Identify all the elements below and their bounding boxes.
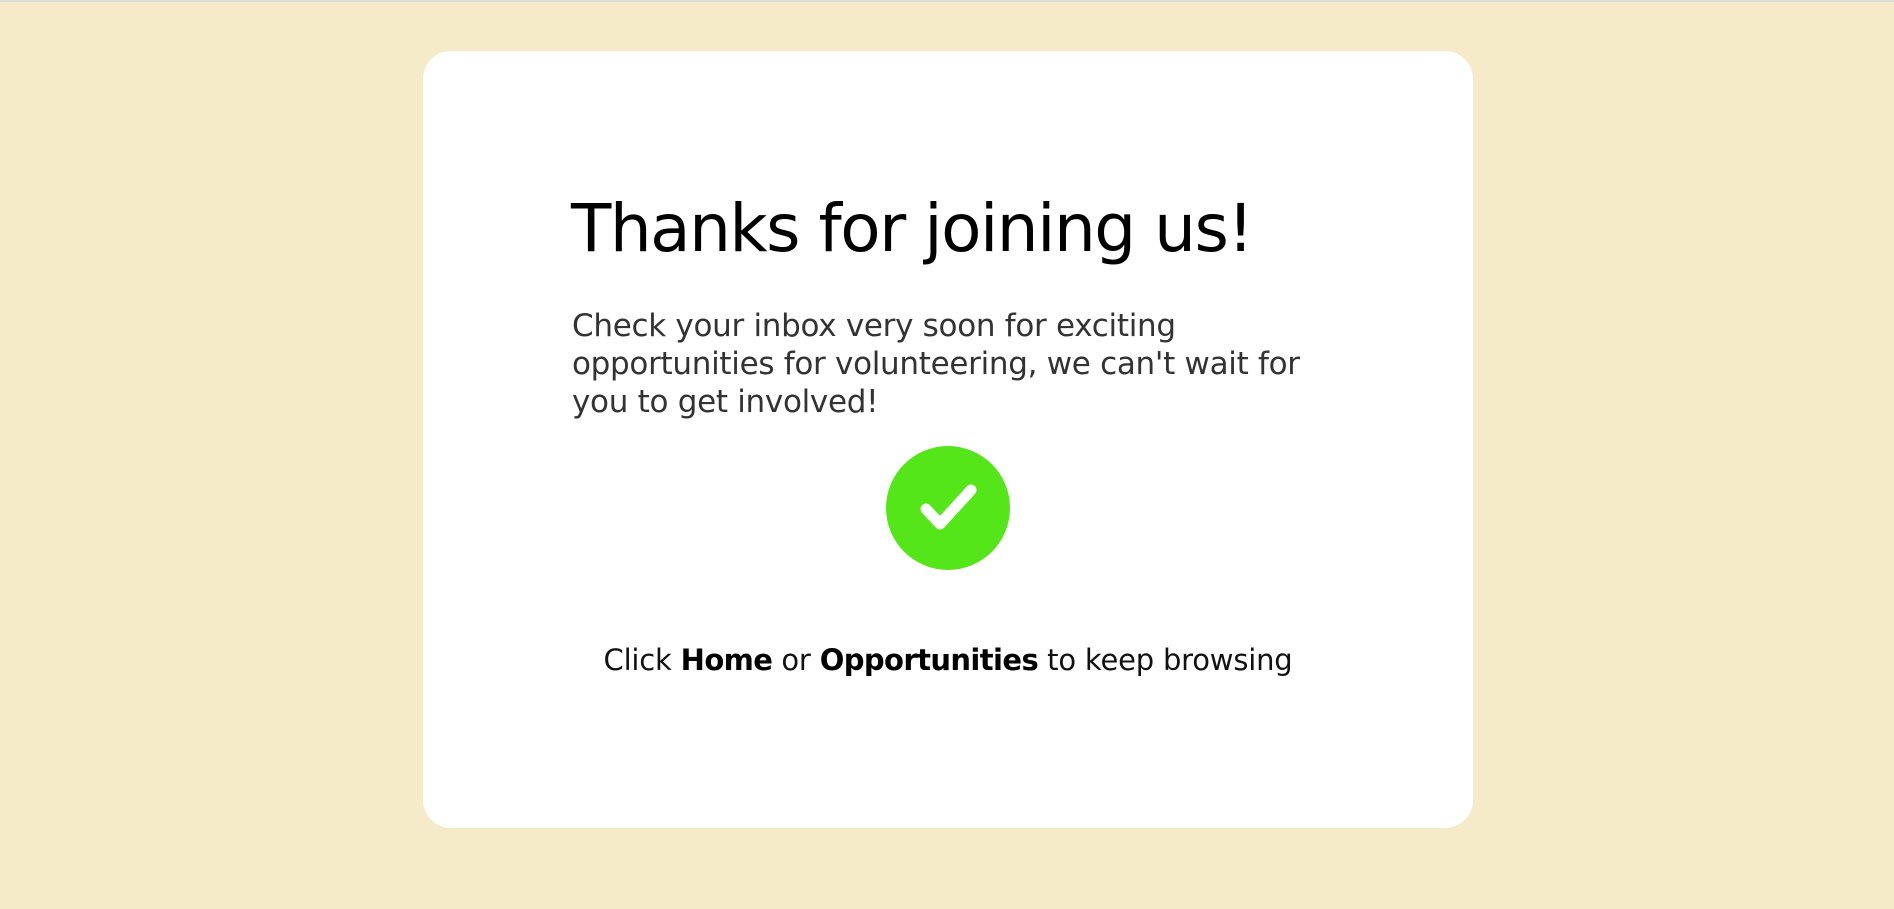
browse-hint: Click Home or Opportunities to keep brow… <box>423 643 1473 677</box>
confirmation-card: Thanks for joining us! Check your inbox … <box>423 51 1473 828</box>
top-divider <box>0 0 1894 2</box>
check-circle-icon <box>886 446 1010 570</box>
opportunities-link[interactable]: Opportunities <box>820 643 1039 677</box>
browse-hint-suffix: to keep browsing <box>1047 643 1293 677</box>
browse-hint-prefix: Click <box>603 643 672 677</box>
home-link[interactable]: Home <box>681 643 773 677</box>
page-title: Thanks for joining us! <box>571 190 1254 267</box>
checkmark-icon <box>920 484 977 530</box>
confirmation-message: Check your inbox very soon for exciting … <box>572 308 1300 420</box>
browse-hint-connector: or <box>781 643 811 677</box>
